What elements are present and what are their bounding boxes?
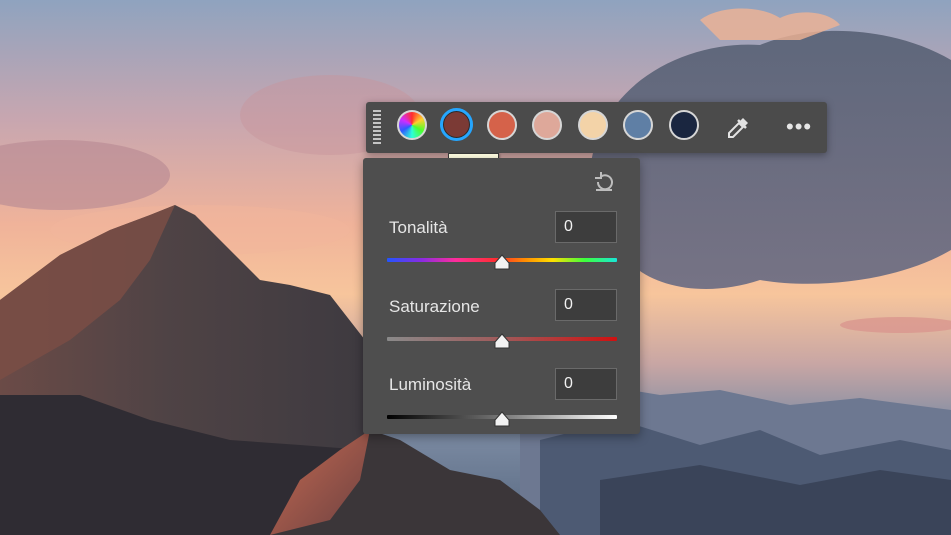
hue-value-input[interactable]: 0 [555, 211, 617, 243]
blue-swatch[interactable] [623, 110, 653, 140]
saturation-value-input[interactable]: 0 [555, 289, 617, 321]
more-dots-icon[interactable]: ••• [786, 112, 812, 142]
skin-swatch[interactable] [532, 110, 562, 140]
hue-slider-thumb[interactable] [493, 254, 511, 270]
orange-swatch[interactable] [487, 110, 517, 140]
red-swatch[interactable] [440, 108, 473, 141]
saturation-slider-thumb[interactable] [493, 333, 511, 349]
hsl-adjustment-panel: Tonalità 0 Saturazione 0 Luminosità 0 [363, 158, 640, 434]
hue-label: Tonalità [389, 218, 448, 237]
luminosity-value-input[interactable]: 0 [555, 368, 617, 400]
reset-icon[interactable] [592, 170, 616, 194]
saturation-label: Saturazione [389, 297, 480, 316]
luminosity-slider-thumb[interactable] [493, 411, 511, 427]
drag-handle[interactable] [373, 110, 381, 146]
luminosity-label: Luminosità [389, 375, 472, 394]
all-colors-swatch-icon[interactable] [397, 110, 427, 140]
yellow-swatch[interactable] [578, 110, 608, 140]
eyedropper-icon[interactable] [724, 114, 752, 142]
dark-blue-swatch[interactable] [669, 110, 699, 140]
